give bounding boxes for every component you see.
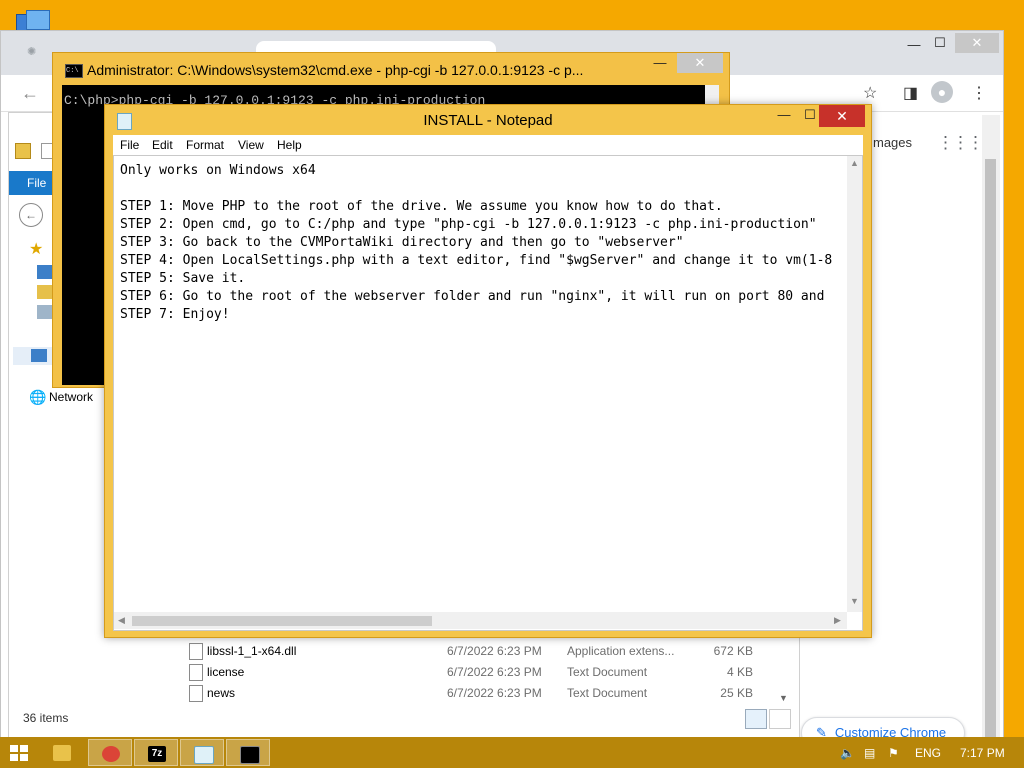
notepad-editor[interactable]: Only works on Windows x64 STEP 1: Move P…: [113, 155, 863, 631]
notepad-minimize-button[interactable]: —: [771, 105, 797, 125]
menu-view[interactable]: View: [238, 138, 264, 152]
clock[interactable]: 7:17 PM: [960, 746, 1005, 760]
large-icons-view-icon[interactable]: [769, 709, 791, 729]
desktop-nav-icon[interactable]: [37, 265, 53, 279]
taskbar: 7z 🔈 ▤ ⚑ ENG 7:17 PM: [0, 737, 1024, 768]
menu-edit[interactable]: Edit: [152, 138, 173, 152]
file-size: 4 KB: [726, 665, 753, 679]
notepad-text[interactable]: Only works on Windows x64 STEP 1: Move P…: [120, 162, 846, 602]
chrome-icon[interactable]: [88, 739, 132, 766]
star-icon[interactable]: ☆: [863, 83, 877, 103]
file-row[interactable]: news 6/7/2022 6:23 PM Text Document 25 K…: [189, 683, 769, 704]
menu-format[interactable]: Format: [186, 138, 224, 152]
images-link[interactable]: mages: [873, 135, 912, 150]
notepad-menubar: File Edit Format View Help: [113, 135, 863, 155]
network-icon: 🌐: [29, 389, 47, 405]
explorer-back-icon[interactable]: ←: [19, 203, 43, 227]
scroll-down-icon[interactable]: ▼: [850, 596, 859, 606]
cmd-close-button[interactable]: ✕: [677, 53, 723, 73]
status-item-count: 36 items: [23, 711, 69, 725]
cmd-title: Administrator: C:\Windows\system32\cmd.e…: [87, 62, 584, 78]
notepad-window: INSTALL - Notepad — ☐ ✕ File Edit Format…: [104, 104, 872, 638]
explorer-icon[interactable]: [40, 739, 84, 766]
notepad-icon[interactable]: [180, 739, 224, 766]
network-nav-label[interactable]: Network: [49, 390, 93, 404]
volume-muted-icon[interactable]: 🔈: [840, 746, 855, 760]
notepad-horizontal-thumb[interactable]: [132, 616, 432, 626]
details-view-icon[interactable]: [745, 709, 767, 729]
scroll-up-icon[interactable]: ▲: [850, 158, 859, 168]
folder-icon: [15, 143, 31, 159]
file-icon: [189, 664, 203, 681]
start-button-icon[interactable]: [10, 745, 28, 761]
menu-icon[interactable]: ⋮: [971, 83, 987, 103]
notepad-title: INSTALL - Notepad: [423, 112, 553, 129]
downloads-nav-icon[interactable]: [37, 285, 53, 299]
menu-file[interactable]: File: [120, 138, 139, 152]
cmd-icon: C:\: [65, 64, 83, 78]
google-apps-icon[interactable]: ⋮⋮⋮: [937, 133, 984, 153]
7zip-label: 7z: [148, 746, 166, 762]
file-type: Application extens...: [567, 644, 675, 658]
scroll-down-icon[interactable]: ▼: [779, 693, 788, 703]
7zip-icon[interactable]: 7z: [134, 739, 178, 766]
chrome-minimize-button[interactable]: —: [901, 35, 927, 55]
file-date: 6/7/2022 6:23 PM: [447, 686, 542, 700]
recent-nav-icon[interactable]: [37, 305, 53, 319]
notepad-close-button[interactable]: ✕: [819, 105, 865, 127]
file-date: 6/7/2022 6:23 PM: [447, 644, 542, 658]
chrome-scrollbar-thumb[interactable]: [985, 159, 996, 739]
file-date: 6/7/2022 6:23 PM: [447, 665, 542, 679]
chrome-close-button[interactable]: ✕: [955, 33, 999, 53]
side-panel-icon[interactable]: ◨: [903, 83, 918, 103]
file-name: news: [207, 686, 236, 700]
cmd-minimize-button[interactable]: —: [647, 53, 673, 73]
file-type: Text Document: [567, 665, 648, 679]
file-icon: [189, 685, 203, 702]
file-type: Text Document: [567, 686, 648, 700]
file-row[interactable]: libssl-1_1-x64.dll 6/7/2022 6:23 PM Appl…: [189, 641, 769, 662]
scroll-left-icon[interactable]: ◀: [118, 615, 125, 626]
action-center-icon[interactable]: ⚑: [888, 746, 902, 760]
favorites-star-icon[interactable]: ★: [29, 239, 43, 259]
file-name: license: [207, 665, 245, 679]
file-row[interactable]: license 6/7/2022 6:23 PM Text Document 4…: [189, 662, 769, 683]
chrome-maximize-button[interactable]: ☐: [927, 33, 953, 53]
file-icon: [189, 643, 203, 660]
back-icon[interactable]: ←: [21, 83, 39, 104]
cmd-icon[interactable]: [226, 739, 270, 766]
file-name: libssl-1_1-x64.dll: [207, 644, 297, 658]
scroll-right-icon[interactable]: ▶: [834, 615, 841, 626]
language-indicator[interactable]: ENG: [915, 746, 941, 760]
file-size: 25 KB: [720, 686, 753, 700]
file-size: 672 KB: [713, 644, 753, 658]
notepad-vertical-scrollbar[interactable]: ▲ ▼: [847, 156, 862, 612]
profile-icon[interactable]: ●: [931, 81, 953, 103]
menu-help[interactable]: Help: [277, 138, 302, 152]
network-tray-icon[interactable]: ▤: [864, 746, 878, 760]
computer-icon: [31, 349, 47, 362]
